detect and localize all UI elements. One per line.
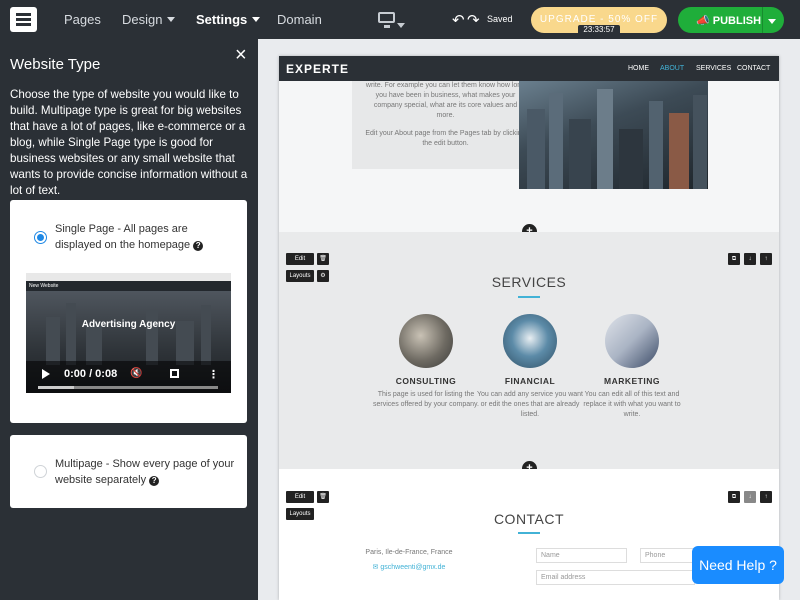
- service-consulting-name: CONSULTING: [395, 376, 457, 386]
- video-controls: 0:00 / 0:08 🔇 ⋮: [26, 361, 231, 393]
- about-text-2: Edit your About page from the Pages tab …: [365, 130, 526, 147]
- mute-icon[interactable]: 🔇: [130, 368, 142, 379]
- menu-icon[interactable]: [10, 7, 37, 32]
- site-nav-contact[interactable]: CONTACT: [737, 65, 770, 72]
- save-status: Saved: [487, 14, 513, 24]
- chevron-down-icon: [167, 17, 176, 22]
- publish-button[interactable]: 📣 PUBLISH: [678, 7, 784, 33]
- publish-text: PUBLISH: [712, 15, 762, 27]
- nav-settings[interactable]: Settings: [196, 12, 261, 27]
- about-section[interactable]: write. For example you can let them know…: [279, 81, 779, 232]
- help-icon[interactable]: ?: [193, 241, 204, 251]
- site-nav-home[interactable]: HOME: [628, 65, 649, 72]
- publish-label: 📣 PUBLISH: [696, 15, 762, 27]
- about-image[interactable]: [519, 81, 708, 189]
- nav-design-label: Design: [122, 12, 163, 27]
- countdown-timer: 23:33:57: [578, 25, 620, 35]
- panel-title: Website Type: [10, 56, 101, 73]
- services-title-underline: [518, 296, 540, 298]
- service-consulting-image: [399, 314, 453, 368]
- duplicate-icon[interactable]: ⧉: [728, 253, 740, 265]
- multipage-label: Multipage - Show every page of your webs…: [55, 456, 235, 488]
- redo-icon[interactable]: ↷: [467, 11, 480, 29]
- play-icon[interactable]: [42, 369, 50, 379]
- contact-email[interactable]: ✉ gschweenti@gmx.de: [349, 563, 469, 571]
- name-field-placeholder: Name: [541, 552, 560, 559]
- nav-pages[interactable]: Pages: [64, 12, 101, 27]
- services-title[interactable]: SERVICES: [279, 274, 779, 290]
- services-section[interactable]: Edit 🗑 Layouts ⚙ ⧉ ↓ ↑ SERVICES CONSULTI…: [279, 232, 779, 469]
- service-financial-desc: You can add any service you want or edit…: [477, 391, 583, 418]
- site-brand[interactable]: EXPERTE: [286, 62, 349, 76]
- contact-address[interactable]: Paris, Ile-de-France, France: [349, 549, 469, 556]
- video-browser-bar: [26, 273, 231, 281]
- email-field-placeholder: Email address: [541, 574, 586, 581]
- move-down-icon[interactable]: ↓: [744, 491, 756, 503]
- website-preview: EXPERTE HOME ABOUT SERVICES CONTACT writ…: [279, 56, 779, 600]
- move-down-icon[interactable]: ↓: [744, 253, 756, 265]
- editor-canvas: EXPERTE HOME ABOUT SERVICES CONTACT writ…: [258, 39, 800, 600]
- single-page-label-text: Single Page - All pages are displayed on…: [55, 223, 191, 251]
- trash-icon[interactable]: 🗑: [317, 491, 329, 503]
- move-up-icon[interactable]: ↑: [760, 253, 772, 265]
- multipage-radio[interactable]: [34, 465, 47, 478]
- website-type-panel: Website Type × Choose the type of websit…: [0, 39, 258, 600]
- services-edit-button[interactable]: Edit: [286, 253, 314, 265]
- desktop-preview-icon[interactable]: [378, 12, 395, 28]
- single-page-radio[interactable]: [34, 231, 47, 244]
- nav-design[interactable]: Design: [122, 12, 176, 27]
- publish-divider: [762, 7, 763, 33]
- top-bar: Pages Design Settings Domain ↶ ↷ Saved U…: [0, 0, 800, 39]
- move-up-icon[interactable]: ↑: [760, 491, 772, 503]
- service-marketing-name: MARKETING: [604, 376, 660, 386]
- service-financial-image: [503, 314, 557, 368]
- fullscreen-icon[interactable]: [170, 369, 179, 378]
- chevron-down-icon[interactable]: [768, 17, 776, 29]
- video-progress-fill: [38, 386, 74, 389]
- close-icon[interactable]: ×: [235, 44, 247, 67]
- duplicate-icon[interactable]: ⧉: [728, 491, 740, 503]
- multipage-option[interactable]: Multipage - Show every page of your webs…: [10, 435, 247, 508]
- multipage-label-text: Multipage - Show every page of your webs…: [55, 458, 235, 486]
- site-navbar: EXPERTE HOME ABOUT SERVICES CONTACT: [279, 56, 779, 81]
- video-headline: Advertising Agency: [81, 319, 176, 330]
- service-marketing-image: [605, 314, 659, 368]
- more-options-icon[interactable]: ⋮: [208, 368, 219, 381]
- phone-field-placeholder: Phone: [645, 552, 666, 559]
- need-help-button[interactable]: Need Help ?: [692, 546, 784, 584]
- contact-title-underline: [518, 532, 540, 534]
- video-time: 0:00 / 0:08: [64, 368, 118, 380]
- service-consulting-desc: This page is used for listing the servic…: [373, 391, 479, 408]
- contact-email-text: gschweenti@gmx.de: [380, 564, 446, 571]
- nav-settings-label: Settings: [196, 12, 248, 27]
- service-marketing-desc: You can edit all of this text and replac…: [583, 391, 681, 418]
- single-page-option[interactable]: Single Page - All pages are displayed on…: [10, 200, 247, 423]
- help-icon[interactable]: ?: [149, 476, 160, 486]
- undo-icon[interactable]: ↶: [452, 11, 465, 29]
- preview-video[interactable]: New Website Advertising Agency 0:00 / 0:…: [26, 273, 231, 393]
- email-field[interactable]: Email address: [536, 570, 695, 585]
- nav-domain[interactable]: Domain: [277, 12, 322, 27]
- video-site-name: New Website: [29, 283, 59, 289]
- single-page-label: Single Page - All pages are displayed on…: [55, 221, 235, 253]
- service-financial[interactable]: FINANCIAL You can add any service you wa…: [475, 314, 585, 420]
- video-progress[interactable]: [38, 386, 218, 389]
- site-nav-services[interactable]: SERVICES: [696, 65, 731, 72]
- chevron-down-icon[interactable]: [397, 17, 405, 35]
- service-financial-name: FINANCIAL: [504, 376, 556, 386]
- contact-edit-button[interactable]: Edit: [286, 491, 314, 503]
- contact-title[interactable]: CONTACT: [279, 511, 779, 527]
- chevron-down-icon: [252, 17, 261, 22]
- trash-icon[interactable]: 🗑: [317, 253, 329, 265]
- phone-field[interactable]: Phone: [640, 548, 695, 563]
- about-text-block[interactable]: write. For example you can let them know…: [352, 81, 539, 169]
- service-consulting[interactable]: CONSULTING This page is used for listing…: [371, 314, 481, 410]
- panel-description: Choose the type of website you would lik…: [10, 88, 248, 197]
- name-field[interactable]: Name: [536, 548, 627, 563]
- about-text-1: write. For example you can let them know…: [365, 82, 526, 119]
- service-marketing[interactable]: MARKETING You can edit all of this text …: [577, 314, 687, 420]
- site-nav-about[interactable]: ABOUT: [660, 65, 684, 72]
